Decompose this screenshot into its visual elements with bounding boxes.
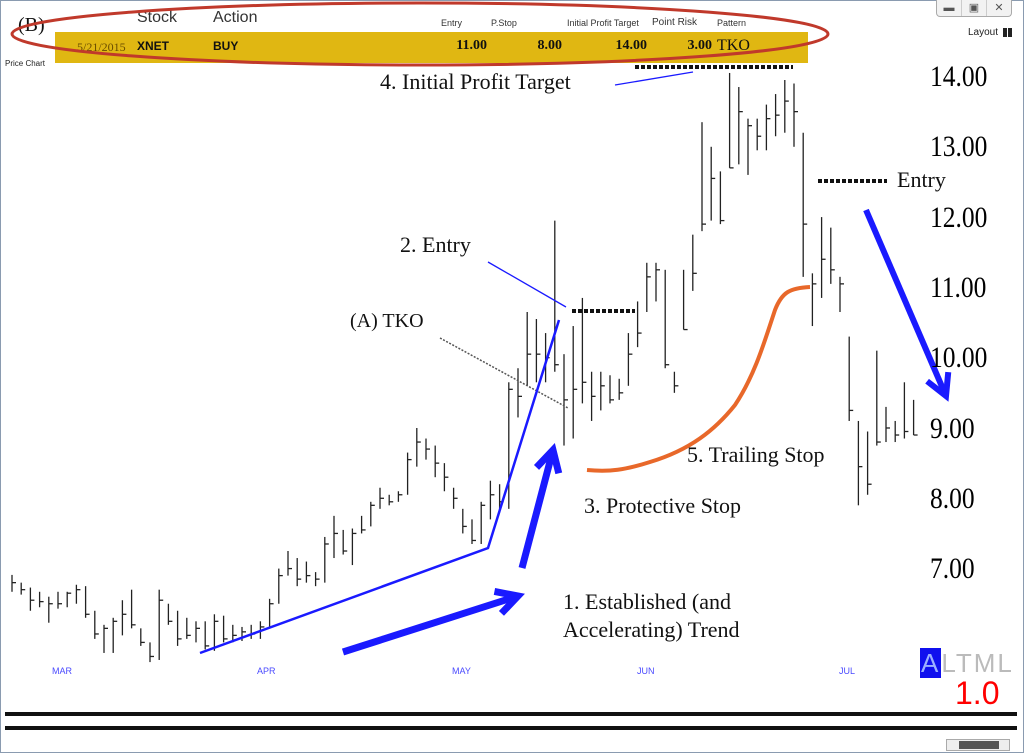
- y-tick-label: 14.00: [930, 60, 988, 93]
- y-tick-label: 10.00: [930, 341, 988, 375]
- x-tick-label: MAY: [452, 666, 471, 676]
- y-tick-label: 12.00: [930, 200, 988, 234]
- annotation-trailing-stop: 5. Trailing Stop: [687, 442, 825, 467]
- profit-target-leader: [614, 71, 694, 86]
- timeframe-rest[interactable]: LTML: [941, 648, 1014, 678]
- annotation-entry: 2. Entry: [400, 232, 471, 257]
- annotation-trend-2: Accelerating) Trend: [563, 617, 740, 642]
- horizontal-scrollbar[interactable]: [946, 739, 1010, 751]
- divider: [5, 726, 1017, 730]
- annotation-trend-1: 1. Established (and: [563, 589, 732, 614]
- y-tick-label: 11.00: [930, 270, 987, 304]
- x-tick-label: MAR: [52, 666, 72, 676]
- x-tick-label: JUL: [839, 666, 856, 676]
- annotation-profit-target: 4. Initial Profit Target: [380, 69, 571, 94]
- y-tick-label: 7.00: [930, 552, 975, 586]
- highlight-ellipse: [10, 1, 830, 67]
- y-tick-label: 8.00: [930, 481, 975, 515]
- x-tick-label: APR: [257, 666, 276, 676]
- y-tick-label: 9.00: [930, 411, 975, 445]
- annotation-protective-stop: 3. Protective Stop: [584, 493, 742, 518]
- x-tick-label: JUN: [637, 666, 655, 676]
- version-label: 1.0: [955, 675, 1000, 711]
- timeframe-a[interactable]: A: [920, 648, 942, 678]
- tko-line: [439, 337, 569, 409]
- y-tick-label: 13.00: [930, 130, 988, 164]
- trend-arrow: [341, 592, 520, 656]
- divider: [5, 712, 1017, 716]
- price-chart: [10, 1, 952, 663]
- scrollbar-thumb[interactable]: [959, 741, 999, 749]
- annotation-entry-right: Entry: [897, 167, 946, 192]
- annotation-tko: (A) TKO: [350, 310, 424, 332]
